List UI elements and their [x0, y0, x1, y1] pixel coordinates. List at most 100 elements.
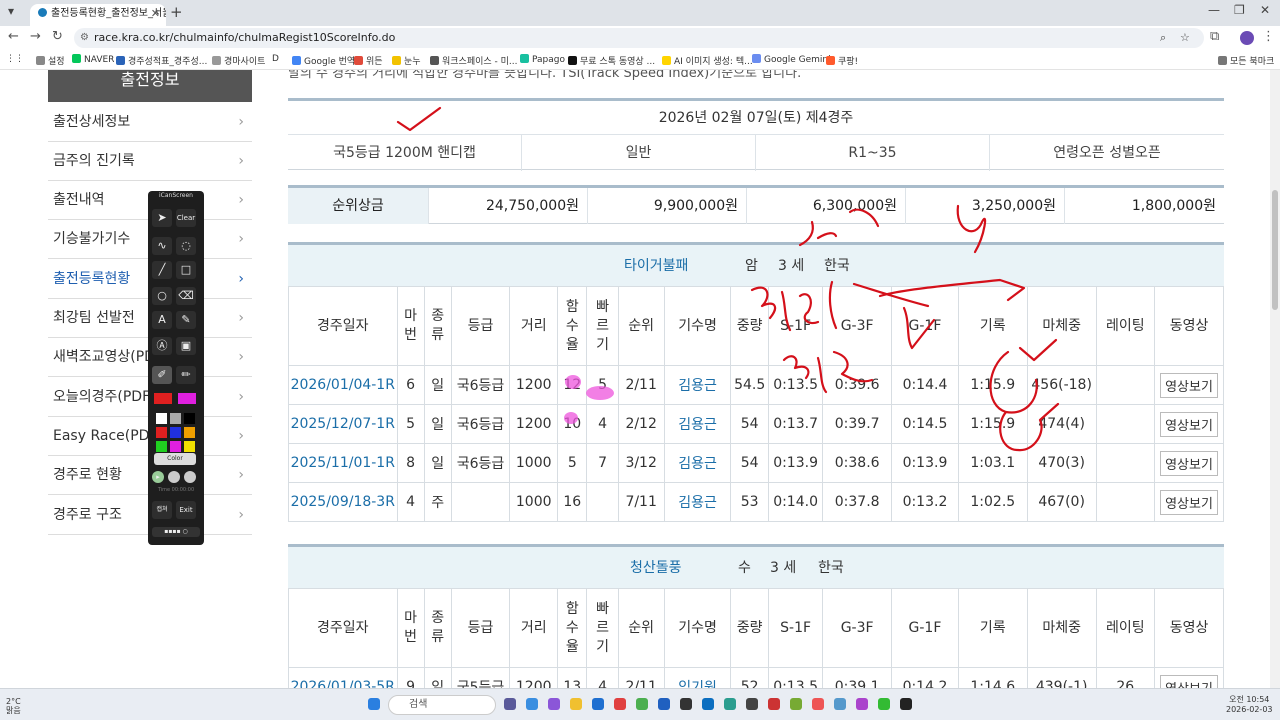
bookmark-item[interactable]: Google 번역 — [292, 54, 355, 67]
menu-icon[interactable]: ⋮ — [1262, 29, 1275, 44]
browser-tab[interactable]: 출전등록현황_출전정보_서울경✕ — [30, 4, 166, 26]
swatch[interactable] — [184, 427, 195, 438]
bookmark-item[interactable]: 워크스페이스 - 미... — [430, 54, 518, 67]
app-icon[interactable] — [592, 698, 604, 710]
bookmark-item[interactable]: 경주성적표_경주성... — [116, 54, 207, 67]
sidebar-item-records[interactable]: 금주의 진기록 › — [48, 141, 252, 181]
taskbar-search[interactable]: 검색 — [388, 695, 496, 715]
apps-icon[interactable]: ⋮⋮ — [6, 54, 24, 64]
all-bookmarks[interactable]: 모든 북마크 — [1218, 54, 1274, 67]
edge-icon[interactable] — [724, 698, 736, 710]
app-icon[interactable] — [834, 698, 846, 710]
app-icon[interactable] — [900, 698, 912, 710]
bookmark-item[interactable]: 위든 — [354, 54, 383, 67]
app-icon[interactable] — [702, 698, 714, 710]
circle-icon[interactable]: ○ — [152, 287, 172, 305]
clear-button[interactable]: Clear — [176, 209, 196, 227]
race-date-link[interactable]: 2025/09/18-3R — [288, 482, 398, 522]
maximize-icon[interactable]: ❐ — [1234, 3, 1245, 17]
race-date-link[interactable]: 2025/11/01-1R — [288, 443, 398, 483]
start-icon[interactable] — [368, 698, 380, 710]
profile-avatar[interactable] — [1240, 31, 1254, 45]
capture-button[interactable]: 캡쳐 — [152, 501, 172, 519]
bookmark-item[interactable]: D — [272, 54, 279, 64]
app-icon[interactable] — [856, 698, 868, 710]
jockey-link[interactable]: 임기원 — [663, 667, 732, 688]
pointer-tool-icon[interactable]: ➤ — [152, 209, 172, 227]
jockey-link[interactable]: 김용근 — [663, 404, 732, 444]
exit-button[interactable]: Exit — [176, 501, 196, 519]
app-icon[interactable] — [746, 698, 758, 710]
sidebar-item-detail[interactable]: 출전상세정보 › — [48, 102, 252, 142]
app-icon[interactable] — [526, 698, 538, 710]
record-icon[interactable]: ▸ — [152, 471, 164, 483]
bookmark-item[interactable]: NAVER — [72, 54, 114, 65]
weather-widget[interactable]: 2°C 맑음 — [6, 697, 21, 715]
bookmark-item[interactable]: 눈누 — [392, 54, 421, 67]
bookmark-item[interactable]: Google Gemini — [752, 54, 831, 65]
bookmark-item[interactable]: 무료 스톡 동영상 ... — [568, 54, 655, 67]
eraser-icon[interactable]: ⌫ — [176, 287, 196, 305]
app-icon[interactable] — [680, 698, 692, 710]
stop-icon[interactable] — [184, 471, 196, 483]
app-icon[interactable] — [768, 698, 780, 710]
swatch[interactable] — [156, 427, 167, 438]
app-icon[interactable] — [878, 698, 890, 710]
extensions-icon[interactable]: ⧉ — [1210, 29, 1219, 44]
close-window-icon[interactable]: ✕ — [1260, 3, 1270, 17]
tab-list-icon[interactable]: ▾ — [8, 4, 14, 18]
highlighter-icon[interactable]: ✎ — [176, 311, 196, 329]
swatch[interactable] — [156, 441, 167, 452]
swatch[interactable] — [170, 441, 181, 452]
freehand-pen-icon[interactable]: ∿ — [152, 237, 172, 255]
swatch[interactable] — [184, 441, 195, 452]
bookmark-star-icon[interactable]: ☆ — [1180, 28, 1190, 48]
video-button[interactable]: 영상보기 — [1160, 450, 1218, 476]
jockey-link[interactable]: 김용근 — [663, 443, 732, 483]
zoom-icon[interactable]: ⌕ — [1160, 28, 1166, 48]
bottom-controls[interactable]: ▪▪▪▪ ○ — [152, 527, 200, 537]
swatch[interactable] — [170, 413, 181, 424]
app-icon[interactable] — [548, 698, 560, 710]
color-picker[interactable]: Color — [154, 453, 196, 465]
color-magenta[interactable] — [178, 393, 196, 404]
minimize-icon[interactable]: — — [1208, 3, 1220, 17]
jockey-link[interactable]: 김용근 — [663, 365, 732, 405]
page-scrollbar[interactable] — [1270, 70, 1280, 688]
bookmark-item[interactable]: 설정 — [36, 54, 65, 67]
close-tab-icon[interactable]: ✕ — [151, 4, 160, 24]
video-button[interactable]: 영상보기 — [1160, 674, 1218, 688]
video-button[interactable]: 영상보기 — [1160, 372, 1218, 398]
scrollbar-thumb[interactable] — [1272, 190, 1278, 310]
line-tool-icon[interactable]: ╱ — [152, 261, 172, 279]
swatch[interactable] — [170, 427, 181, 438]
reload-icon[interactable]: ↻ — [52, 29, 63, 44]
app-icon[interactable] — [658, 698, 670, 710]
site-info-icon[interactable]: ⚙ — [80, 28, 89, 48]
bookmark-item[interactable]: 경마사이트 — [212, 54, 265, 67]
back-icon[interactable]: ← — [8, 29, 19, 44]
app-icon[interactable] — [812, 698, 824, 710]
race-date-link[interactable]: 2026/01/03-5R — [288, 667, 398, 688]
system-clock[interactable]: 오전 10:54 2026-02-03 — [1226, 695, 1273, 715]
lasso-icon[interactable]: ◌ — [176, 237, 196, 255]
new-tab-icon[interactable]: + — [170, 3, 183, 21]
swatch[interactable] — [184, 413, 195, 424]
chrome-icon[interactable] — [636, 698, 648, 710]
pause-icon[interactable] — [168, 471, 180, 483]
pen-icon[interactable]: ✐ — [152, 366, 172, 384]
horse-name-link[interactable]: 타이거불패 — [624, 245, 688, 287]
marker-icon[interactable]: ✏ — [176, 366, 196, 384]
url-input[interactable]: ⚙ race.kra.co.kr/chulmainfo/chulmaRegist1… — [74, 28, 1204, 48]
bookmark-item[interactable]: Papago — [520, 54, 565, 65]
text-tool-icon[interactable]: A — [152, 311, 172, 329]
horse-name-link[interactable]: 청산돌풍 — [630, 547, 682, 589]
video-button[interactable]: 영상보기 — [1160, 411, 1218, 437]
text-box-icon[interactable]: Ⓐ — [152, 337, 172, 355]
jockey-link[interactable]: 김용근 — [663, 482, 732, 522]
rectangle-icon[interactable]: □ — [176, 261, 196, 279]
task-view-icon[interactable] — [504, 698, 516, 710]
app-icon[interactable] — [614, 698, 626, 710]
forward-icon[interactable]: → — [30, 29, 41, 44]
bookmark-item[interactable]: AI 이미지 생성: 텍... — [662, 54, 753, 67]
